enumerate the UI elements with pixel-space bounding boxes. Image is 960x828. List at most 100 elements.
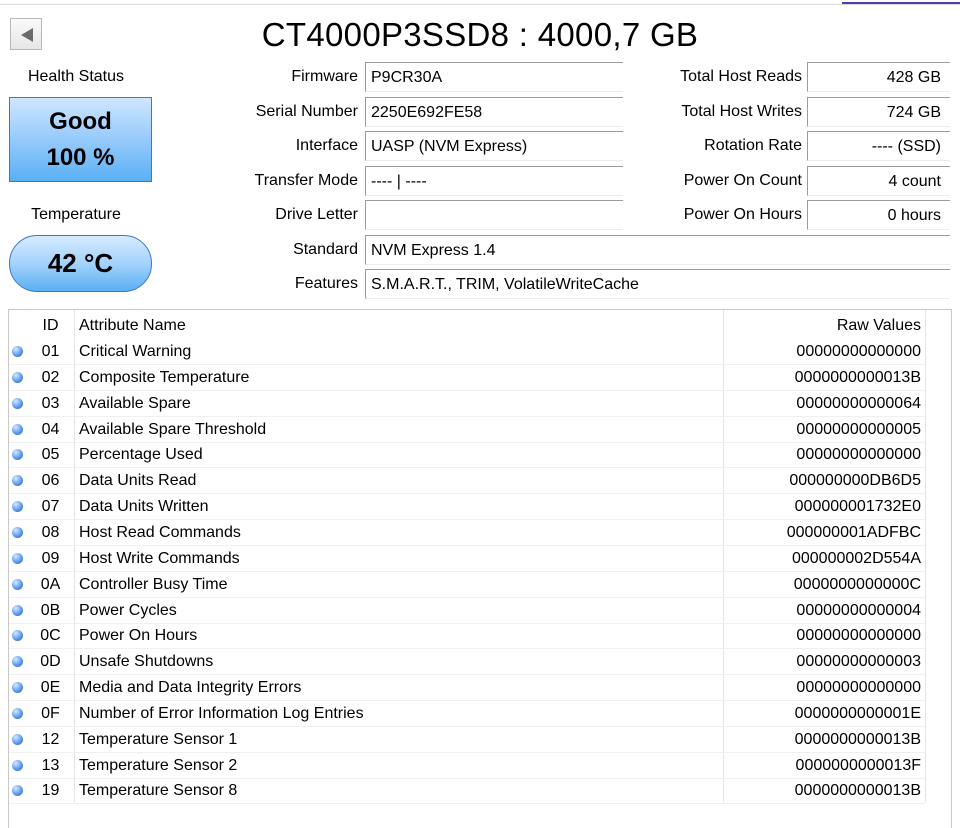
attribute-raw-value: 000000001ADFBC [786, 523, 921, 541]
transfer-mode-label: Transfer Mode [254, 172, 358, 189]
table-row[interactable]: 04 Available Spare Threshold 0000000000000… [9, 417, 925, 443]
attribute-raw-value: 000000000DB6D5 [789, 472, 921, 490]
health-status-badge[interactable]: Good 100 % [9, 97, 152, 182]
table-row[interactable]: 0A Controller Busy Time 0000000000000C [9, 572, 925, 598]
attribute-name: Power Cycles [79, 601, 177, 619]
interface-field: UASP (NVM Express) [365, 131, 623, 161]
attribute-id: 13 [41, 756, 60, 774]
table-row[interactable]: 09 Host Write Commands 000000002D554A [9, 546, 925, 572]
attribute-id: 03 [41, 394, 60, 412]
total-host-reads-field: 428 GB [807, 62, 950, 92]
status-dot-icon [12, 785, 23, 797]
attribute-name: Data Units Written [79, 498, 209, 516]
attribute-raw-value: 000000001732E0 [794, 498, 921, 516]
features-label: Features [294, 275, 358, 292]
attribute-name: Temperature Sensor 1 [79, 730, 238, 748]
previous-disk-button[interactable] [10, 18, 42, 50]
table-row[interactable]: 07 Data Units Written 000000001732E0 [9, 494, 925, 521]
attribute-id: 04 [41, 420, 60, 438]
status-dot-icon [12, 423, 23, 435]
table-row[interactable]: 0C Power On Hours 00000000000000 [9, 623, 925, 650]
attribute-name: Controller Busy Time [79, 575, 228, 593]
attribute-name: Percentage Used [79, 446, 203, 464]
table-row[interactable]: 0B Power Cycles 00000000000004 [9, 598, 925, 624]
total-host-writes-field: 724 GB [807, 97, 950, 127]
attribute-raw-value: 00000000000003 [796, 653, 921, 671]
table-row[interactable]: 19 Temperature Sensor 8 0000000000013B [9, 778, 925, 805]
table-row[interactable]: 12 Temperature Sensor 1 0000000000013B [9, 727, 925, 753]
attribute-raw-value: 00000000000064 [796, 394, 921, 412]
drive-letter-label: Drive Letter [275, 206, 358, 223]
interface-label: Interface [295, 137, 358, 154]
table-row[interactable]: 06 Data Units Read 000000000DB6D5 [9, 468, 925, 495]
attribute-name: Data Units Read [79, 472, 197, 490]
temperature-badge[interactable]: 42 °C [9, 235, 152, 292]
attribute-id: 07 [41, 498, 60, 516]
table-row[interactable]: 03 Available Spare 00000000000064 [9, 391, 925, 417]
column-header-attribute-name[interactable]: Attribute Name [79, 313, 719, 339]
attribute-id: 09 [41, 549, 60, 567]
attribute-name: Available Spare Threshold [79, 420, 267, 438]
total-host-writes-label: Total Host Writes [681, 103, 802, 120]
attribute-id: 08 [41, 523, 60, 541]
power-on-count-label: Power On Count [683, 172, 802, 189]
serial-number-field: 2250E692FE58 [365, 97, 623, 127]
table-row[interactable]: 0E Media and Data Integrity Errors 0000000… [9, 675, 925, 702]
attribute-name: Composite Temperature [79, 368, 250, 386]
firmware-field: P9CR30A [365, 62, 623, 92]
status-dot-icon [12, 656, 23, 668]
attribute-name: Host Read Commands [79, 523, 241, 541]
column-header-id[interactable]: ID [27, 313, 74, 339]
window-top-border [0, 4, 960, 5]
table-row[interactable]: 08 Host Read Commands 000000001ADFBC [9, 520, 925, 546]
attribute-raw-value: 00000000000005 [796, 420, 921, 438]
status-dot-icon [12, 733, 23, 745]
drive-letter-field [365, 200, 623, 230]
table-row[interactable]: 02 Composite Temperature 0000000000013B [9, 365, 925, 391]
attribute-name: Number of Error Information Log Entries [79, 704, 364, 722]
health-status-text: Good [49, 108, 112, 135]
table-row[interactable]: 0F Number of Error Information Log Entrie… [9, 701, 925, 727]
attribute-name: Critical Warning [79, 343, 192, 360]
table-row[interactable]: 0D Unsafe Shutdowns 00000000000003 [9, 649, 925, 676]
attribute-id: 19 [41, 782, 60, 800]
attribute-id: 02 [41, 368, 60, 386]
attribute-raw-value: 0000000000001E [794, 704, 921, 722]
attribute-id: 06 [41, 472, 60, 490]
status-dot-icon [12, 604, 23, 616]
power-on-hours-field: 0 hours [807, 200, 950, 230]
table-row[interactable]: 13 Temperature Sensor 2 0000000000013F [9, 753, 925, 779]
attribute-name: Unsafe Shutdowns [79, 653, 214, 671]
column-header-raw-values[interactable]: Raw Values [725, 313, 921, 339]
status-dot-icon [12, 397, 23, 409]
table-header-row: ID Attribute Name Raw Values [9, 313, 925, 339]
status-dot-icon [12, 759, 23, 771]
status-dot-icon [12, 682, 23, 694]
attribute-id: 05 [41, 446, 60, 464]
features-field: S.M.A.R.T., TRIM, VolatileWriteCache [365, 269, 950, 299]
status-dot-icon [12, 630, 23, 642]
attribute-name: Temperature Sensor 8 [79, 782, 238, 800]
attribute-name: Power On Hours [79, 627, 198, 645]
firmware-label: Firmware [291, 68, 358, 85]
attribute-raw-value: 000000002D554A [791, 549, 921, 567]
status-dot-icon [12, 526, 23, 538]
attribute-id: 0A [40, 575, 61, 593]
attribute-raw-value: 0000000000000C [793, 575, 921, 593]
smart-attribute-table[interactable]: ID Attribute Name Raw Values 01 Critical … [8, 309, 952, 828]
temperature-label: Temperature [31, 206, 121, 223]
health-status-label: Health Status [27, 68, 125, 85]
attribute-id: 12 [41, 730, 60, 748]
back-arrow-icon [21, 28, 33, 42]
attribute-raw-value: 0000000000013B [794, 782, 921, 800]
table-row[interactable]: 05 Percentage Used 00000000000000 [9, 442, 925, 469]
table-row[interactable]: 01 Critical Warning 00000000000000 [9, 339, 925, 365]
attribute-id: 0B [40, 601, 61, 619]
status-dot-icon [12, 707, 23, 719]
status-dot-icon [12, 501, 23, 513]
power-on-hours-label: Power On Hours [683, 206, 802, 223]
attribute-raw-value: 00000000000000 [796, 446, 921, 464]
attribute-raw-value: 00000000000000 [796, 627, 921, 645]
attribute-raw-value: 0000000000013F [795, 756, 921, 774]
attribute-id: 0D [40, 653, 61, 671]
